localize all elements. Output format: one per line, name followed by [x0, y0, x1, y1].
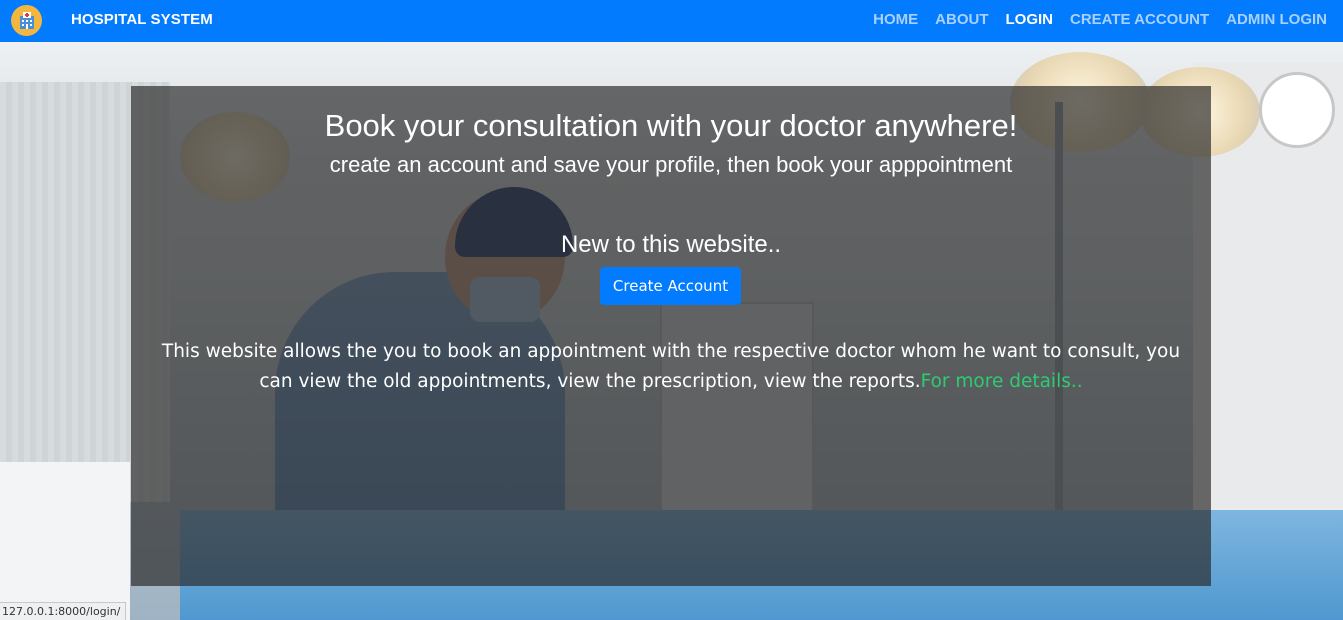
hospital-icon[interactable]	[11, 5, 42, 36]
nav-link-admin-login[interactable]: ADMIN LOGIN	[1226, 11, 1327, 28]
hero-subheadline: create an account and save your profile,…	[329, 152, 1013, 177]
brand-title[interactable]: HOSPITAL SYSTEM	[71, 11, 213, 28]
status-bar-url: 127.0.0.1:8000/login/	[0, 602, 127, 620]
navbar: HOSPITAL SYSTEM HOME ABOUT LOGIN CREATE …	[0, 0, 1343, 42]
more-details-link[interactable]: For more details..	[921, 371, 1083, 392]
create-account-button[interactable]: Create Account	[600, 267, 741, 305]
new-user-prompt: New to this website..	[560, 231, 782, 258]
cloth	[0, 462, 130, 620]
nav-link-login[interactable]: LOGIN	[1006, 11, 1054, 28]
site-description: This website allows the you to book an a…	[161, 337, 1181, 397]
nav-links: HOME ABOUT LOGIN CREATE ACCOUNT ADMIN LO…	[873, 11, 1343, 28]
hero-panel: Book your consultation with your doctor …	[131, 86, 1211, 586]
wall-clock	[1259, 72, 1335, 148]
nav-link-home[interactable]: HOME	[873, 11, 918, 28]
nav-link-create-account[interactable]: CREATE ACCOUNT	[1070, 11, 1209, 28]
hero-headline: Book your consultation with your doctor …	[324, 108, 1018, 143]
nav-link-about[interactable]: ABOUT	[935, 11, 988, 28]
